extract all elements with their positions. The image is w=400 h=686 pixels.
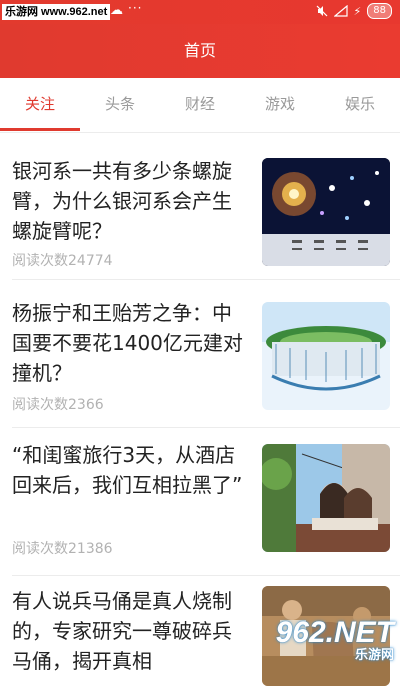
charging-icon: ⚡ bbox=[353, 4, 362, 18]
mute-icon bbox=[316, 5, 327, 17]
article-title: “和闺蜜旅行3天，从酒店回来后，我们互相拉黑了” bbox=[12, 443, 243, 497]
page-title: 首页 bbox=[183, 41, 216, 60]
article-item[interactable]: 银河系一共有多少条螺旋臂，为什么银河系会产生螺旋臂呢？ 阅读次数24774 bbox=[0, 132, 400, 280]
tab-follow[interactable]: 关注 bbox=[0, 78, 80, 132]
article-title: 杨振宁和王贻芳之争：中国要不要花1400亿元建对撞机？ bbox=[12, 301, 243, 385]
tab-entertainment[interactable]: 娱乐 bbox=[320, 78, 400, 132]
tab-headlines[interactable]: 头条 bbox=[80, 78, 160, 132]
read-count: 阅读次数21386 bbox=[12, 541, 113, 557]
signal-icon bbox=[333, 5, 348, 17]
read-count: 阅读次数24774 bbox=[12, 253, 113, 269]
category-tabs: 关注 头条 财经 游戏 娱乐 bbox=[0, 78, 400, 133]
friends-image bbox=[262, 444, 390, 552]
active-tab-indicator bbox=[0, 128, 80, 131]
battery-indicator: 88 bbox=[367, 3, 392, 19]
site-logo-watermark: 962.NET 乐游网 bbox=[276, 616, 394, 663]
status-bar: 乐游网 www.962.net ☁ ··· ⚡ 88 bbox=[0, 0, 400, 24]
galaxy-image bbox=[262, 158, 390, 266]
article-title: 有人说兵马俑是真人烧制的，专家研究一尊破碎兵马俑，揭开真相 bbox=[12, 589, 232, 673]
article-item[interactable]: “和闺蜜旅行3天，从酒店回来后，我们互相拉黑了” 阅读次数21386 bbox=[0, 428, 400, 576]
article-item[interactable]: 杨振宁和王贻芳之争：中国要不要花1400亿元建对撞机？ 阅读次数2366 bbox=[0, 280, 400, 428]
read-count: 阅读次数2366 bbox=[12, 397, 104, 413]
more-notifications-icon: ··· bbox=[128, 1, 143, 15]
site-watermark: 乐游网 www.962.net bbox=[2, 4, 111, 20]
tab-games[interactable]: 游戏 bbox=[240, 78, 320, 132]
article-title: 银河系一共有多少条螺旋臂，为什么银河系会产生螺旋臂呢？ bbox=[12, 159, 232, 243]
cloud-icon: ☁ bbox=[110, 3, 123, 18]
collider-image bbox=[262, 302, 390, 410]
app-header: 首页 bbox=[0, 24, 400, 78]
tab-finance[interactable]: 财经 bbox=[160, 78, 240, 132]
